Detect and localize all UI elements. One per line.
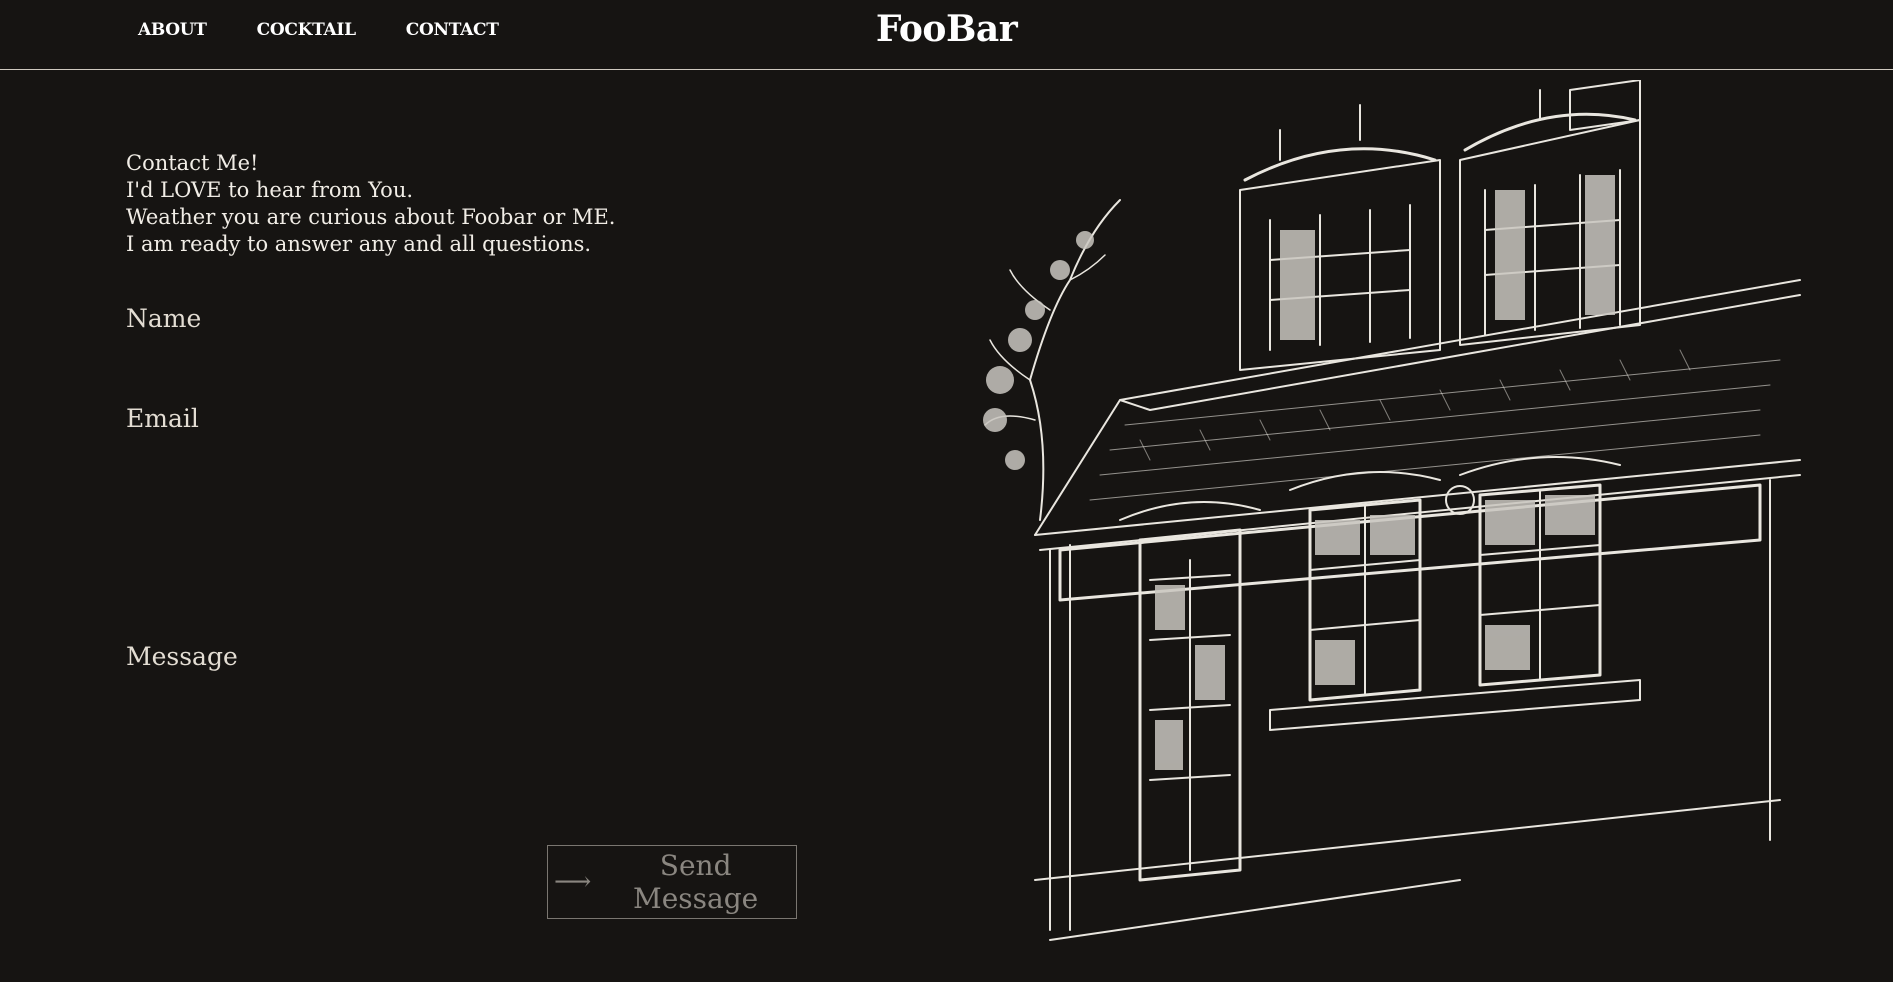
name-label: Name <box>126 304 202 333</box>
email-label: Email <box>126 404 199 433</box>
message-label: Message <box>126 642 238 671</box>
site-logo[interactable]: FooBar <box>0 8 1893 50</box>
arrow-right-icon: ⟶ <box>554 867 592 897</box>
send-message-button[interactable]: ⟶ Send Message <box>547 845 797 919</box>
contact-page: ABOUT COCKTAIL CONTACT FooBar Contact Me… <box>0 0 1893 982</box>
intro-line: I'd LOVE to hear from You. <box>126 178 414 202</box>
message-textarea[interactable] <box>126 680 800 834</box>
intro-line: Contact Me! <box>126 151 259 175</box>
email-input[interactable] <box>126 442 800 634</box>
contact-intro: Contact Me! I'd LOVE to hear from You. W… <box>126 150 615 258</box>
intro-line: I am ready to answer any and all questio… <box>126 232 592 256</box>
building-sketch-illustration <box>983 80 1801 941</box>
name-input[interactable] <box>126 342 800 384</box>
top-navigation-bar: ABOUT COCKTAIL CONTACT FooBar <box>0 0 1893 70</box>
intro-line: Weather you are curious about Foobar or … <box>126 205 616 229</box>
send-message-label: Send Message <box>633 849 759 915</box>
